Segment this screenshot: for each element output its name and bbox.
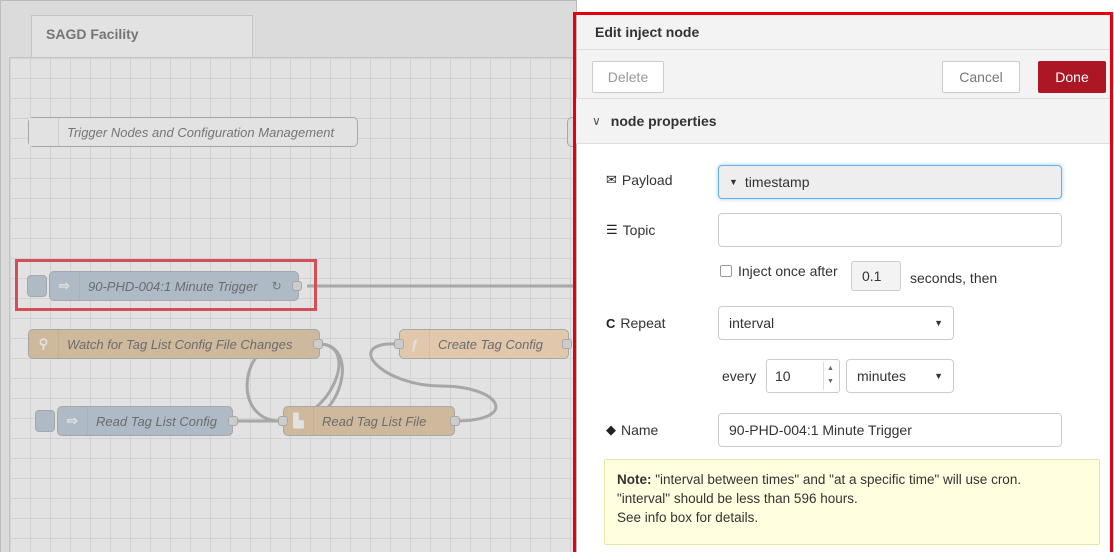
inject-once-delay-input[interactable]: 0.1 xyxy=(851,261,901,291)
every-label: every xyxy=(722,368,757,384)
offscreen-node-stub xyxy=(567,117,576,147)
read-config-inject-button[interactable] xyxy=(35,410,55,432)
interval-unit-select[interactable]: minutes ▼ xyxy=(846,359,954,393)
interval-unit-value: minutes xyxy=(857,368,907,384)
section-node-properties[interactable]: ∨ node properties xyxy=(576,98,1114,144)
output-port[interactable] xyxy=(228,416,238,426)
output-port[interactable] xyxy=(292,281,302,291)
note-line-3: See info box for details. xyxy=(617,510,759,525)
name-input[interactable]: 90-PHD-004:1 Minute Trigger xyxy=(718,413,1062,447)
caret-down-icon: ▼ xyxy=(729,177,738,187)
node-label: Read Tag List Config xyxy=(96,413,217,429)
watch-node[interactable]: ⚲ Watch for Tag List Config File Changes xyxy=(28,329,323,359)
function-icon: ƒ xyxy=(400,330,430,358)
node-label: Read Tag List File xyxy=(322,413,427,429)
interval-count-value: 10 xyxy=(775,368,791,384)
input-port[interactable] xyxy=(394,339,404,349)
inject-once-label: Inject once after xyxy=(738,263,838,279)
chevron-down-icon: ▼ xyxy=(934,371,943,381)
name-value: 90-PHD-004:1 Minute Trigger xyxy=(729,422,912,438)
inject-once-suffix: seconds, then xyxy=(910,270,998,286)
node-label: Watch for Tag List Config File Changes xyxy=(67,336,293,352)
topic-label: ☰ Topic xyxy=(606,222,656,238)
function-node[interactable]: ƒ Create Tag Config xyxy=(394,329,572,359)
envelope-icon: ✉ xyxy=(606,172,617,187)
comment-label: Trigger Nodes and Configuration Manageme… xyxy=(67,124,335,140)
tasks-icon: ☰ xyxy=(606,222,618,237)
payload-value: timestamp xyxy=(744,174,810,190)
spinner-arrows-icon[interactable]: ▲ ▼ xyxy=(823,362,837,390)
node-label: Create Tag Config xyxy=(438,336,544,352)
repeat-indicator-icon: ↻ xyxy=(271,279,282,293)
read-config-node[interactable]: ⇨ Read Tag List Config xyxy=(57,406,238,436)
output-port[interactable] xyxy=(313,339,323,349)
inject-once-checkbox[interactable] xyxy=(720,265,732,277)
interval-count-spinner[interactable]: 10 ▲ ▼ xyxy=(766,359,840,393)
search-icon: ⚲ xyxy=(29,330,59,358)
flow-workspace: SAGD Facility Trigger Nodes and Configur… xyxy=(0,0,576,552)
repeat-label: C Repeat xyxy=(606,315,666,331)
done-button[interactable]: Done xyxy=(1038,61,1106,93)
repeat-select[interactable]: interval ▼ xyxy=(718,306,954,340)
tray-title: Edit inject node xyxy=(595,24,700,40)
note-line-2: "interval" should be less than 596 hours… xyxy=(617,491,858,506)
note-box: Note: "interval between times" and "at a… xyxy=(604,459,1100,545)
node-label: 90-PHD-004:1 Minute Trigger xyxy=(88,278,258,294)
tag-icon: ◆ xyxy=(606,422,616,437)
note-line-1: Note: "interval between times" and "at a… xyxy=(617,472,1022,487)
inject-trigger-node[interactable]: ⇨ 90-PHD-004:1 Minute Trigger ↻ xyxy=(49,271,302,301)
input-port[interactable] xyxy=(278,416,288,426)
tray-header: Edit inject node xyxy=(577,14,1114,50)
section-title: node properties xyxy=(610,113,717,129)
arrow-right-icon: ⇨ xyxy=(58,407,88,435)
delete-button[interactable]: Delete xyxy=(592,61,664,93)
name-label: ◆ Name xyxy=(606,422,659,438)
inject-trigger-button[interactable] xyxy=(27,275,47,297)
cancel-button[interactable]: Cancel xyxy=(942,61,1020,93)
chevron-down-icon: ∨ xyxy=(592,114,601,128)
payload-label: ✉ Payload xyxy=(606,172,673,188)
topic-input[interactable] xyxy=(718,213,1062,247)
repeat-icon: C xyxy=(606,315,616,331)
repeat-value: interval xyxy=(729,315,775,331)
chevron-down-icon: ▼ xyxy=(934,318,943,328)
file-node[interactable]: ▙ Read Tag List File xyxy=(278,406,460,436)
output-port[interactable] xyxy=(450,416,460,426)
comment-node[interactable]: Trigger Nodes and Configuration Manageme… xyxy=(28,117,358,147)
arrow-right-icon: ⇨ xyxy=(50,272,80,300)
output-port[interactable] xyxy=(562,339,572,349)
comment-icon xyxy=(29,118,59,146)
payload-type-select[interactable]: ▼ timestamp xyxy=(718,165,1062,199)
file-icon: ▙ xyxy=(284,407,314,435)
